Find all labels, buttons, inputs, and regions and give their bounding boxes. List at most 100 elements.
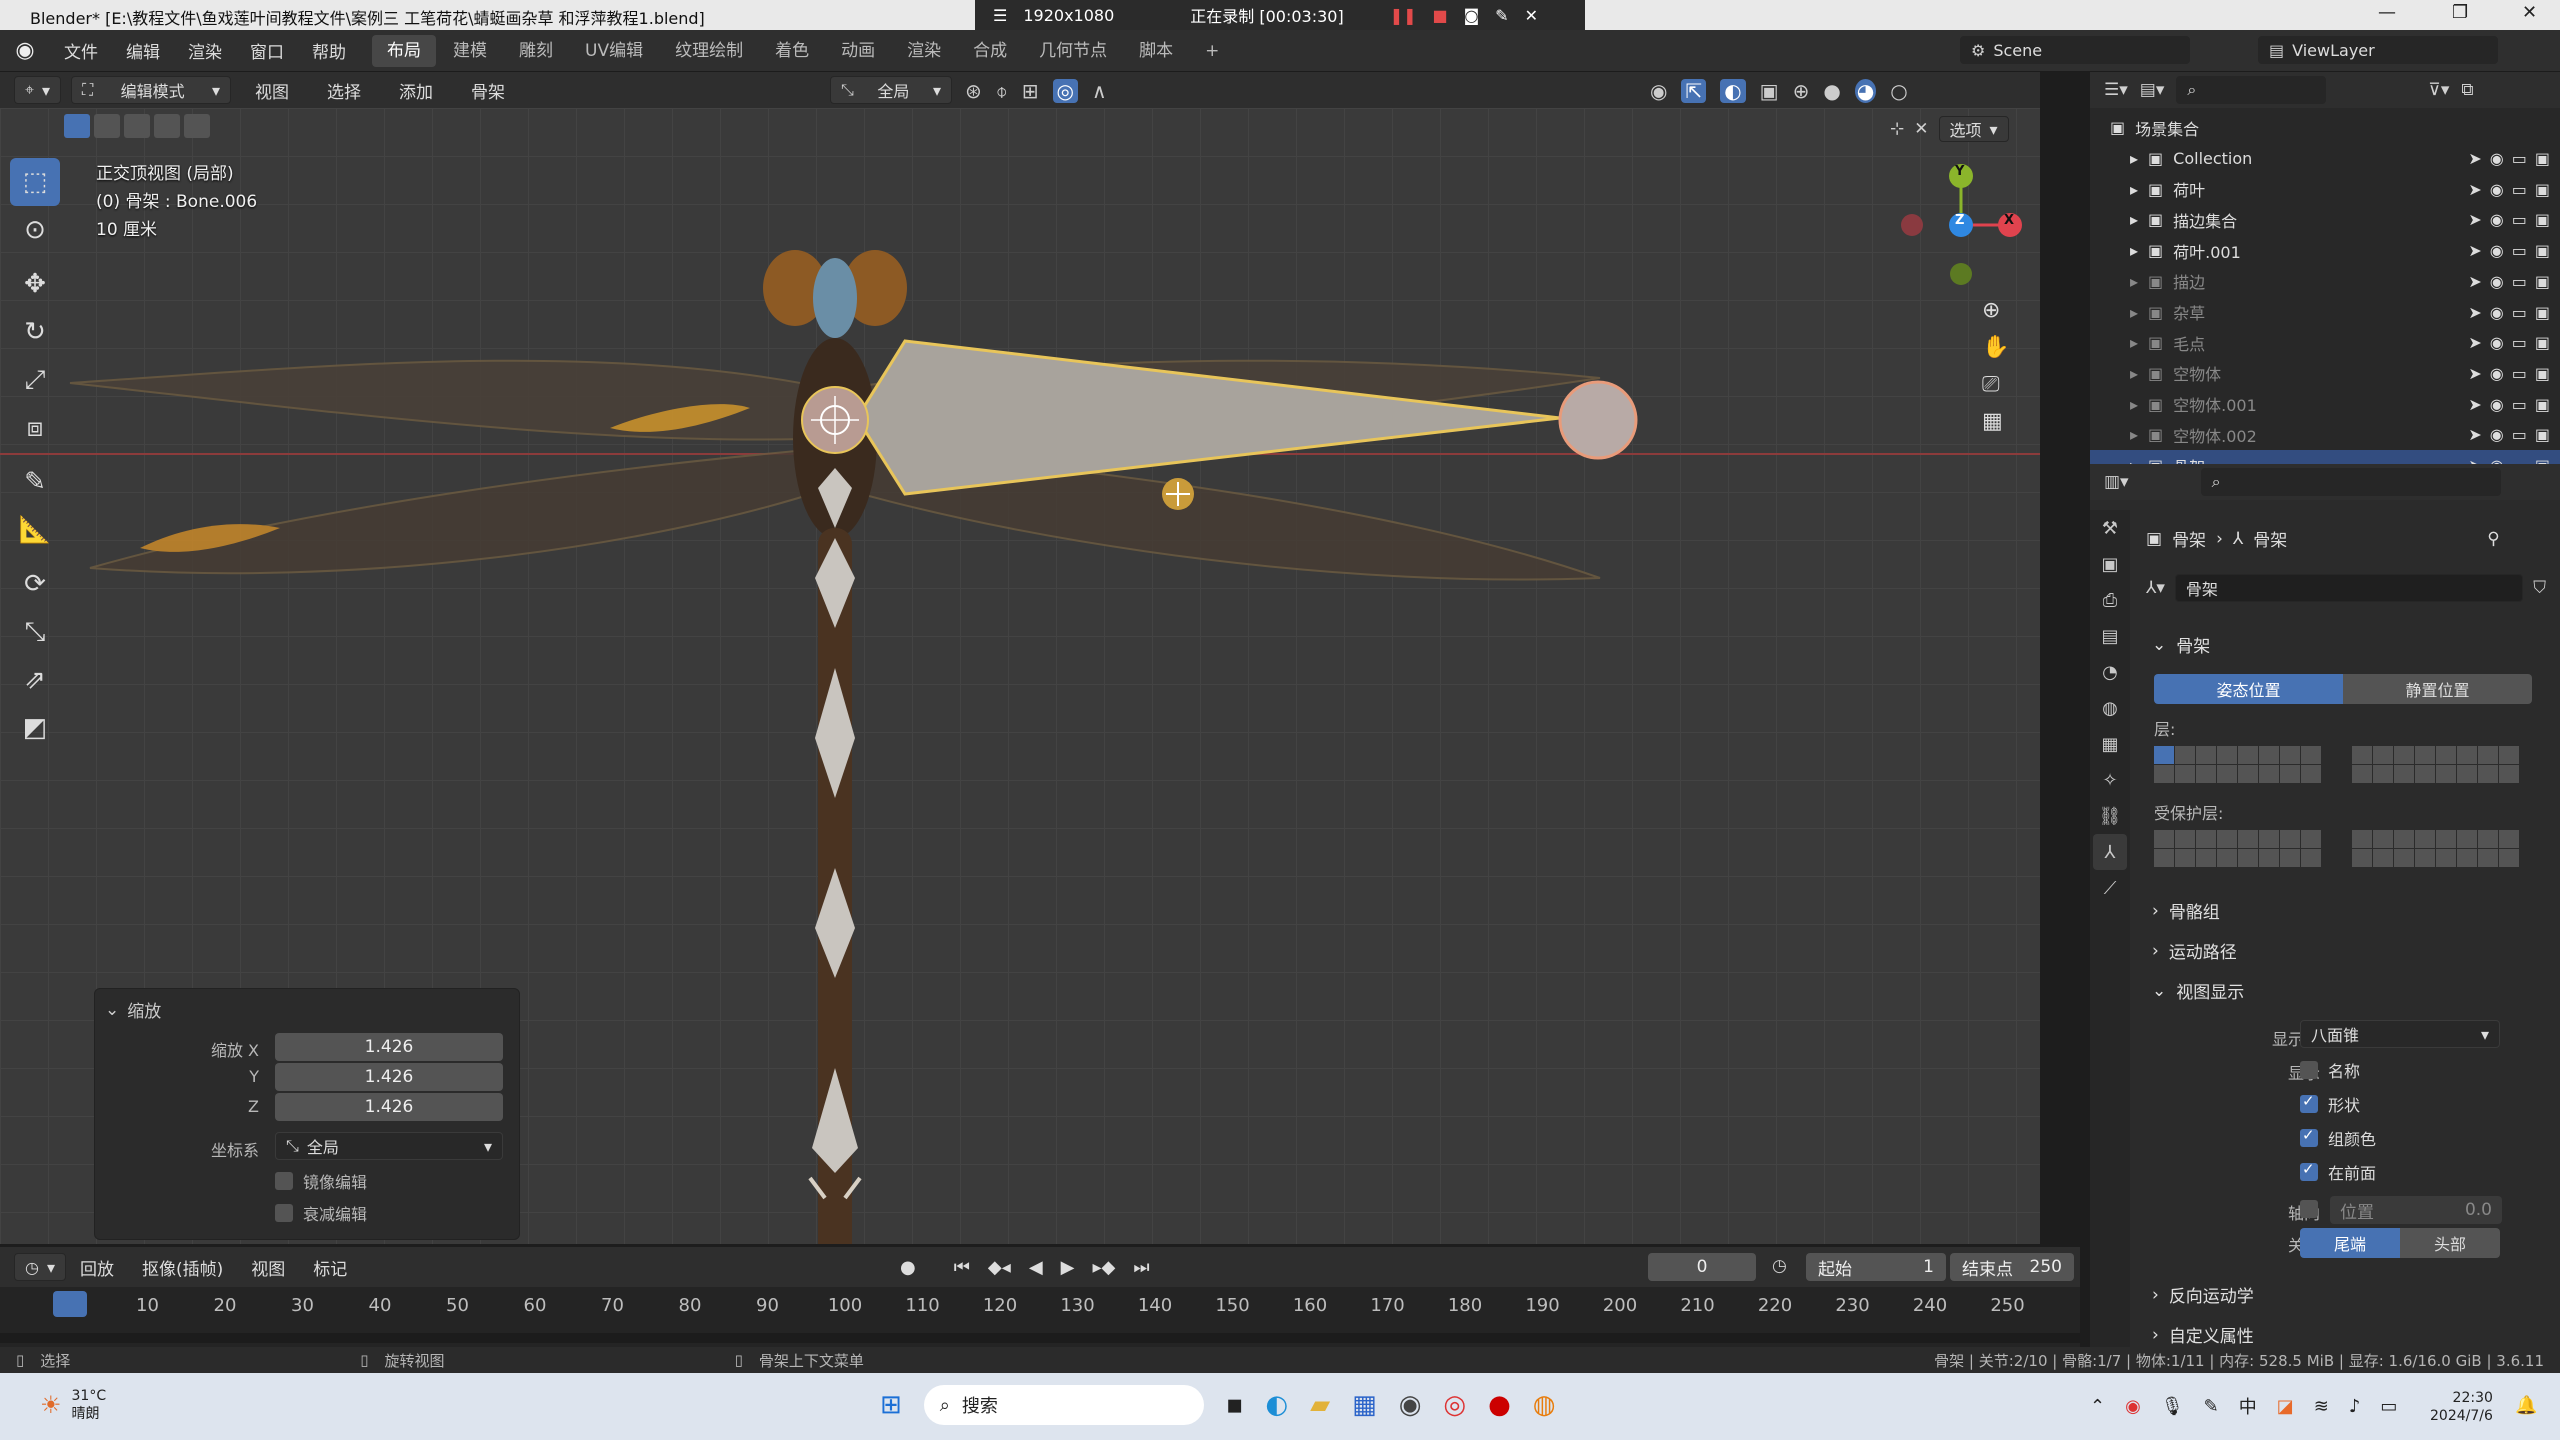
outliner-row[interactable]: ▸ ▣ 荷叶.001 ➤ ◉ ▭ ▣ bbox=[2090, 235, 2560, 266]
tab-modeling[interactable]: 建模 bbox=[438, 35, 502, 67]
proportional-edit-icon[interactable]: ◎ bbox=[1052, 79, 1078, 103]
menu-select[interactable]: 选择 bbox=[313, 78, 375, 103]
extrude-tool[interactable]: ⇗ bbox=[10, 656, 60, 704]
show-option[interactable]: 形状 bbox=[2300, 1092, 2360, 1116]
measure-tool[interactable]: 📐 bbox=[10, 506, 60, 554]
ortho-grid-icon[interactable]: ▦ bbox=[1982, 409, 2009, 434]
select-extend-icon[interactable] bbox=[94, 114, 120, 138]
panel-viewport-display[interactable]: ⌄ 视图显示 bbox=[2152, 978, 2244, 1004]
bone-size-tool[interactable]: ⤡ bbox=[10, 608, 60, 656]
snap-target-icon[interactable]: ⊞ bbox=[1022, 79, 1039, 103]
selectable-icon[interactable]: ➤ bbox=[2468, 241, 2481, 260]
record-icon[interactable]: ● bbox=[900, 1257, 916, 1278]
end-frame-field[interactable]: 结束点 250 bbox=[1950, 1253, 2074, 1281]
outliner-row[interactable]: ▸ ▣ 杂草 ➤ ◉ ▭ ▣ bbox=[2090, 297, 2560, 328]
protected-grid-b[interactable] bbox=[2352, 830, 2519, 867]
tab-geometry-nodes[interactable]: 几何节点 bbox=[1024, 35, 1122, 67]
pen-icon[interactable]: ✎ bbox=[2204, 1396, 2219, 1417]
show-option-checkbox[interactable] bbox=[2300, 1061, 2318, 1079]
menu-render[interactable]: 渲染 bbox=[174, 38, 236, 63]
viewport-icon[interactable]: ▭ bbox=[2512, 210, 2527, 229]
proportional-checkbox[interactable] bbox=[275, 1204, 293, 1222]
gizmo-z-label[interactable]: Z bbox=[1955, 213, 1964, 228]
options-close-icon[interactable]: ✕ bbox=[1914, 119, 1928, 139]
tray-office-icon[interactable]: ◪ bbox=[2277, 1396, 2294, 1417]
tab-uv-editing[interactable]: UV编辑 bbox=[570, 35, 658, 67]
render-icon[interactable]: ▣ bbox=[2535, 364, 2550, 383]
viewport-icon[interactable]: ▭ bbox=[2512, 395, 2527, 414]
battery-icon[interactable]: ▭ bbox=[2380, 1396, 2397, 1417]
eye-icon[interactable]: ◉ bbox=[2490, 395, 2504, 414]
viewport-icon[interactable]: ▭ bbox=[2512, 303, 2527, 322]
selectable-icon[interactable]: ➤ bbox=[2468, 149, 2481, 168]
tray-chevron-icon[interactable]: ⌃ bbox=[2090, 1396, 2105, 1417]
minimize-icon[interactable]: — bbox=[2378, 2, 2396, 23]
show-option-checkbox[interactable] bbox=[2300, 1160, 2318, 1181]
recorder-icon[interactable]: ● bbox=[1488, 1390, 1511, 1420]
start-frame-field[interactable]: 起始 1 bbox=[1806, 1253, 1946, 1281]
viewlayer-selector[interactable]: ▤ ViewLayer bbox=[2258, 36, 2498, 64]
render-tab-icon[interactable]: ▣ bbox=[2093, 546, 2127, 582]
play-reverse-icon[interactable]: ◀ bbox=[1029, 1257, 1043, 1278]
viewport-icon[interactable]: ▭ bbox=[2512, 149, 2527, 168]
viewport-icon[interactable]: ▭ bbox=[2512, 333, 2527, 352]
viewport-icon[interactable]: ▭ bbox=[2512, 364, 2527, 383]
eye-icon[interactable]: ◉ bbox=[2490, 180, 2504, 199]
stop-icon[interactable]: ■ bbox=[1433, 6, 1448, 25]
selectable-icon[interactable]: ➤ bbox=[2468, 425, 2481, 444]
outliner-row[interactable]: ▸ ▣ 空物体.002 ➤ ◉ ▭ ▣ bbox=[2090, 419, 2560, 450]
outliner-row[interactable]: ▸ ▣ 空物体.001 ➤ ◉ ▭ ▣ bbox=[2090, 389, 2560, 420]
windows-start-icon[interactable]: ⊞ bbox=[880, 1390, 902, 1420]
play-icon[interactable]: ▶ bbox=[1061, 1257, 1075, 1278]
protected-grid-a[interactable] bbox=[2154, 830, 2321, 867]
jump-end-icon[interactable]: ⏭ bbox=[1133, 1257, 1149, 1278]
render-icon[interactable]: ▣ bbox=[2535, 303, 2550, 322]
eye-icon[interactable]: ◉ bbox=[2490, 272, 2504, 291]
menu-icon[interactable]: ☰ bbox=[993, 6, 1007, 25]
bone-tab-icon[interactable]: ⟋ bbox=[2093, 870, 2127, 906]
xray-icon[interactable]: ▣ bbox=[1760, 79, 1779, 103]
viewport-icon[interactable]: ▭ bbox=[2512, 180, 2527, 199]
layers-grid-a[interactable] bbox=[2154, 746, 2321, 783]
expand-arrow-icon[interactable]: ▸ bbox=[2130, 425, 2138, 444]
select-intersect-icon[interactable] bbox=[184, 114, 210, 138]
panel-motion-paths[interactable]: › 运动路径 bbox=[2152, 938, 2237, 964]
datablock-name-field[interactable]: 骨架 bbox=[2174, 574, 2524, 602]
shear-tool[interactable]: ◩ bbox=[10, 704, 60, 752]
obs-icon[interactable]: ◉ bbox=[1399, 1390, 1422, 1420]
store-icon[interactable]: ▦ bbox=[1352, 1390, 1377, 1420]
playhead[interactable] bbox=[53, 1291, 87, 1317]
render-icon[interactable]: ▣ bbox=[2535, 149, 2550, 168]
panel-inverse-kinematics[interactable]: › 反向运动学 bbox=[2152, 1282, 2254, 1308]
show-option[interactable]: 名称 bbox=[2300, 1058, 2360, 1082]
render-icon[interactable]: ▣ bbox=[2535, 395, 2550, 414]
task-view-icon[interactable]: ▪ bbox=[1226, 1390, 1244, 1420]
scale-y-field[interactable]: 1.426 bbox=[275, 1063, 503, 1091]
camera-view-icon[interactable]: ⎚ bbox=[1982, 372, 2009, 397]
panel-skeleton-header[interactable]: ⌄ 骨架 bbox=[2152, 632, 2210, 658]
tail-button[interactable]: 尾端 bbox=[2300, 1228, 2400, 1258]
rest-position-button[interactable]: 静置位置 bbox=[2343, 674, 2532, 704]
expand-arrow-icon[interactable]: ▸ bbox=[2130, 210, 2138, 229]
microphone-icon[interactable]: 🎙 bbox=[2161, 1396, 2184, 1417]
outliner-row[interactable]: ▸ ▣ 描边集合 ➤ ◉ ▭ ▣ bbox=[2090, 204, 2560, 235]
file-explorer-icon[interactable]: ▰ bbox=[1310, 1390, 1330, 1420]
menu-help[interactable]: 帮助 bbox=[298, 38, 360, 63]
selectable-icon[interactable]: ➤ bbox=[2468, 364, 2481, 383]
tab-rendering[interactable]: 渲染 bbox=[892, 35, 956, 67]
tab-compositing[interactable]: 合成 bbox=[958, 35, 1022, 67]
visibility-icon[interactable]: ◉ bbox=[1650, 79, 1667, 103]
viewport-icon[interactable]: ▭ bbox=[2512, 241, 2527, 260]
shading-solid-icon[interactable]: ● bbox=[1823, 79, 1840, 103]
axes-checkbox[interactable] bbox=[2300, 1200, 2318, 1218]
expand-arrow-icon[interactable]: ▸ bbox=[2130, 333, 2138, 352]
world-tab-icon[interactable]: ◍ bbox=[2093, 690, 2127, 726]
viewport-icon[interactable]: ▭ bbox=[2512, 425, 2527, 444]
expand-arrow-icon[interactable]: ▸ bbox=[2130, 395, 2138, 414]
pause-icon[interactable]: ❚❚ bbox=[1390, 6, 1417, 25]
window-close-icon[interactable]: ✕ bbox=[2522, 2, 2537, 23]
options-dropdown[interactable]: 选项 ▾ bbox=[1938, 116, 2009, 142]
add-workspace-icon[interactable]: + bbox=[1190, 35, 1234, 67]
timeline-ruler[interactable]: 0102030405060708090100110120130140150160… bbox=[0, 1287, 2080, 1347]
render-icon[interactable]: ▣ bbox=[2535, 210, 2550, 229]
